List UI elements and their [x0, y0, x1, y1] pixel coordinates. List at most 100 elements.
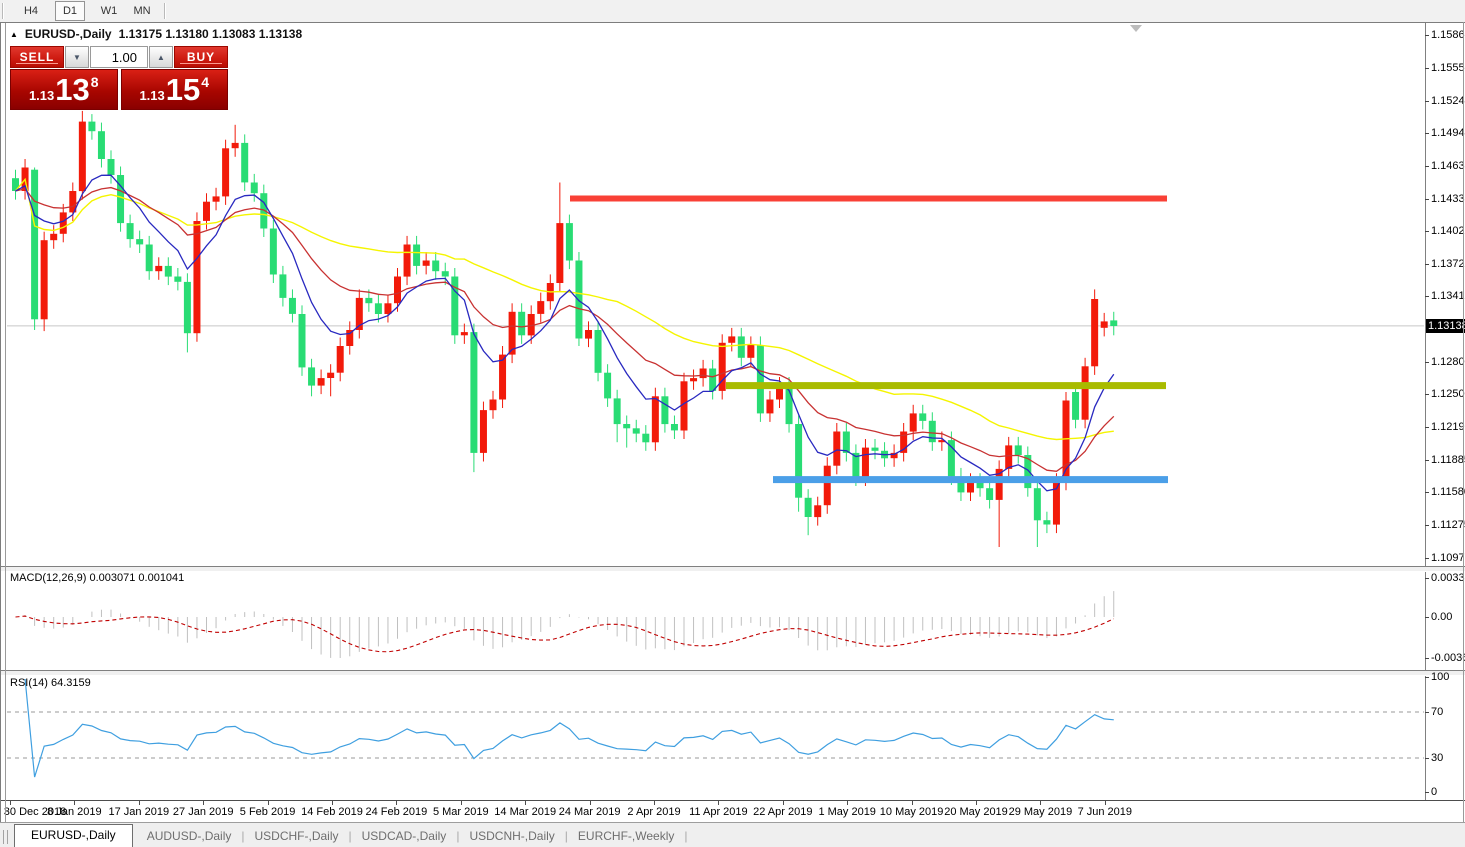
sell-price-display[interactable]: 1.13 13 8: [10, 69, 118, 110]
date-axis-label: 14 Feb 2019: [301, 806, 363, 818]
price-axis-label: 1.15550: [1431, 62, 1465, 74]
timeframe-d1-button[interactable]: D1: [55, 1, 85, 21]
window-border: [0, 22, 1, 847]
date-axis-label: 1 May 2019: [818, 806, 875, 818]
rsi-axis-tick: [1425, 792, 1429, 793]
macd-axis-tick: [1425, 658, 1429, 659]
date-axis-tick: [396, 801, 397, 805]
price-axis-tick: [1425, 199, 1429, 200]
chart-tab-usdchf[interactable]: USDCHF-,Daily: [245, 825, 349, 847]
support-line[interactable]: [773, 476, 1168, 483]
date-axis-tick: [139, 801, 140, 805]
price-axis-label: 1.14330: [1431, 193, 1465, 205]
tabbar-grip-icon: [3, 830, 8, 844]
date-axis-label: 17 Jan 2019: [109, 806, 170, 818]
buy-price-display[interactable]: 1.13 15 4: [121, 69, 229, 110]
volume-decrease-button[interactable]: ▼: [65, 46, 89, 68]
buy-price-big-digits: 15: [166, 74, 200, 105]
chart-title: ▲ EURUSD-,Daily 1.13175 1.13180 1.13083 …: [10, 27, 302, 41]
rsi-axis-label: 30: [1431, 752, 1443, 764]
date-axis-tick: [654, 801, 655, 805]
macd-axis-label: 0.003392: [1431, 572, 1465, 584]
resistance-line[interactable]: [570, 196, 1167, 202]
window-border: [0, 22, 1465, 23]
price-axis-label: 1.14940: [1431, 127, 1465, 139]
date-axis-tick: [976, 801, 977, 805]
rsi-axis-tick: [1425, 712, 1429, 713]
chart-shift-marker-icon[interactable]: [1130, 25, 1142, 32]
price-axis-tick: [1425, 101, 1429, 102]
macd-axis-tick: [1425, 578, 1429, 579]
price-axis-tick: [1425, 231, 1429, 232]
price-axis-label: 1.10970: [1431, 552, 1465, 564]
window-border: [1463, 22, 1464, 847]
timeframe-h4-button[interactable]: H4: [16, 1, 46, 21]
date-axis-tick: [74, 801, 75, 805]
price-axis-tick: [1425, 492, 1429, 493]
price-chart[interactable]: [0, 0, 1465, 847]
timeframe-toolbar: H4 D1 W1 MN: [0, 0, 1465, 22]
date-axis-tick: [461, 801, 462, 805]
date-axis: 30 Dec 20188 Jan 201917 Jan 201927 Jan 2…: [0, 800, 1465, 823]
price-axis-label: 1.11885: [1431, 454, 1465, 466]
toolbar-separator: [2, 3, 4, 19]
date-axis-label: 29 May 2019: [1009, 806, 1073, 818]
tab-separator: |: [684, 829, 687, 847]
buy-price-prefix: 1.13: [139, 88, 164, 103]
date-axis-tick: [10, 801, 11, 805]
date-axis-tick: [1040, 801, 1041, 805]
price-axis-tick: [1425, 264, 1429, 265]
pane-splitter[interactable]: [0, 670, 1465, 676]
sell-price-big-digits: 13: [55, 74, 89, 105]
chart-tabs-bar: EURUSD-,DailyAUDUSD-,Daily | USDCHF-,Daily…: [0, 822, 1465, 847]
price-axis-label: 1.12195: [1431, 421, 1465, 433]
price-axis-label: 1.11580: [1431, 486, 1465, 498]
date-axis-label: 27 Jan 2019: [173, 806, 234, 818]
macd-axis-tick: [1425, 617, 1429, 618]
price-axis-label: 1.13720: [1431, 258, 1465, 270]
chart-tab-audusd[interactable]: AUDUSD-,Daily: [137, 825, 242, 847]
date-axis-label: 24 Feb 2019: [366, 806, 428, 818]
timeframe-mn-button[interactable]: MN: [127, 1, 157, 21]
date-axis-label: 20 May 2019: [944, 806, 1008, 818]
chart-tab-eurchf[interactable]: EURCHF-,Weekly: [568, 825, 684, 847]
buy-price-pipette: 4: [201, 74, 209, 90]
macd-axis-label: 0.00: [1431, 611, 1452, 623]
date-axis-tick: [332, 801, 333, 805]
date-axis-label: 10 May 2019: [880, 806, 944, 818]
rsi-axis-label: 100: [1431, 671, 1449, 683]
mid-support-line[interactable]: [726, 382, 1166, 389]
buy-button[interactable]: BUY: [174, 46, 228, 68]
date-axis-tick: [268, 801, 269, 805]
rsi-axis-tick: [1425, 758, 1429, 759]
date-axis-tick: [525, 801, 526, 805]
price-axis-tick: [1425, 525, 1429, 526]
volume-input[interactable]: [90, 46, 148, 68]
date-axis-tick: [203, 801, 204, 805]
chart-symbol-label: EURUSD-,Daily: [25, 27, 112, 41]
date-axis-tick: [783, 801, 784, 805]
price-axis-tick: [1425, 35, 1429, 36]
window-border: [5, 23, 6, 822]
sell-price-prefix: 1.13: [29, 88, 54, 103]
price-axis-tick: [1425, 427, 1429, 428]
date-axis-tick: [718, 801, 719, 805]
chart-tab-eurusd[interactable]: EURUSD-,Daily: [14, 824, 133, 847]
date-axis-label: 5 Feb 2019: [240, 806, 296, 818]
collapse-triangle-icon: ▲: [10, 30, 18, 39]
one-click-trade-panel: SELL ▼ ▲ BUY 1.13 13 8 1.13 15 4: [10, 46, 228, 110]
price-axis-tick: [1425, 460, 1429, 461]
price-axis-tick: [1425, 362, 1429, 363]
volume-increase-button[interactable]: ▲: [149, 46, 173, 68]
date-axis-label: 24 Mar 2019: [559, 806, 621, 818]
pane-splitter[interactable]: [0, 566, 1465, 572]
price-axis-tick: [1425, 558, 1429, 559]
price-axis-label: 1.11275: [1431, 519, 1465, 531]
chart-tab-usdcnh[interactable]: USDCNH-,Daily: [459, 825, 564, 847]
sell-button[interactable]: SELL: [10, 46, 64, 68]
date-axis-tick: [1105, 801, 1106, 805]
price-axis-label: 1.14025: [1431, 225, 1465, 237]
timeframe-w1-button[interactable]: W1: [94, 1, 124, 21]
macd-indicator-label: MACD(12,26,9) 0.003071 0.001041: [10, 572, 184, 584]
chart-tab-usdcad[interactable]: USDCAD-,Daily: [352, 825, 457, 847]
